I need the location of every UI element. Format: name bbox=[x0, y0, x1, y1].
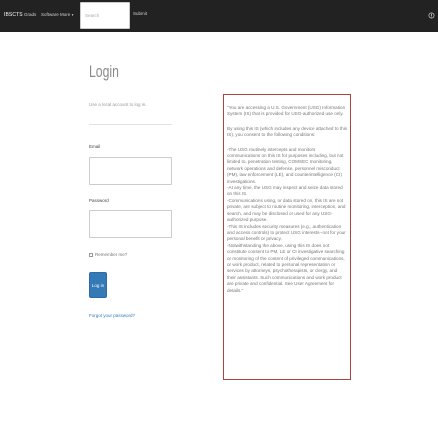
login-subtitle: Use a local account to log in. bbox=[89, 102, 147, 107]
email-field[interactable] bbox=[89, 157, 172, 185]
nav-link-more-label: More bbox=[60, 12, 71, 17]
email-label: Email bbox=[89, 144, 101, 149]
notice-paragraph: -The USG routinely intercepts and monito… bbox=[227, 146, 344, 184]
caret-down-icon: ▼ bbox=[70, 13, 75, 17]
brand-link[interactable]: IBSCTS bbox=[4, 12, 23, 18]
password-label: Password bbox=[89, 198, 109, 203]
remember-me-label[interactable]: Remember me? bbox=[95, 252, 127, 257]
nav-link-software[interactable]: Software bbox=[41, 12, 59, 17]
notice-paragraph: -This IS includes security measures (e.g… bbox=[227, 223, 346, 242]
divider bbox=[89, 124, 172, 125]
notice-paragraph: -At any time, the USG may inspect and se… bbox=[227, 185, 343, 197]
login-button[interactable]: Log in bbox=[89, 272, 107, 298]
notice-paragraph: -Communications using, or data stored on… bbox=[227, 197, 346, 223]
top-navbar: IBSCTS Grads Software More ▼ Submit bbox=[0, 0, 438, 32]
forgot-password-link[interactable]: Forgot your password? bbox=[89, 313, 135, 318]
notice-paragraph: -Notwithstanding the above, using this I… bbox=[227, 242, 345, 293]
help-circle-icon[interactable] bbox=[428, 11, 435, 20]
remember-me-checkbox[interactable] bbox=[89, 252, 93, 257]
page-title: Login bbox=[89, 62, 119, 81]
submit-button[interactable]: Submit bbox=[133, 11, 147, 16]
nav-dropdown-more[interactable]: More ▼ bbox=[60, 12, 74, 17]
nav-link-grads[interactable]: Grads bbox=[24, 12, 36, 17]
remember-me-row: Remember me? bbox=[89, 252, 127, 257]
usg-warning-notice: "You are accessing a U.S. Government (US… bbox=[223, 94, 351, 380]
search-input[interactable] bbox=[80, 2, 130, 29]
notice-paragraph: "You are accessing a U.S. Government (US… bbox=[227, 105, 346, 117]
password-field[interactable] bbox=[89, 210, 172, 238]
notice-paragraph: By using this IS (which includes any dev… bbox=[227, 125, 348, 138]
